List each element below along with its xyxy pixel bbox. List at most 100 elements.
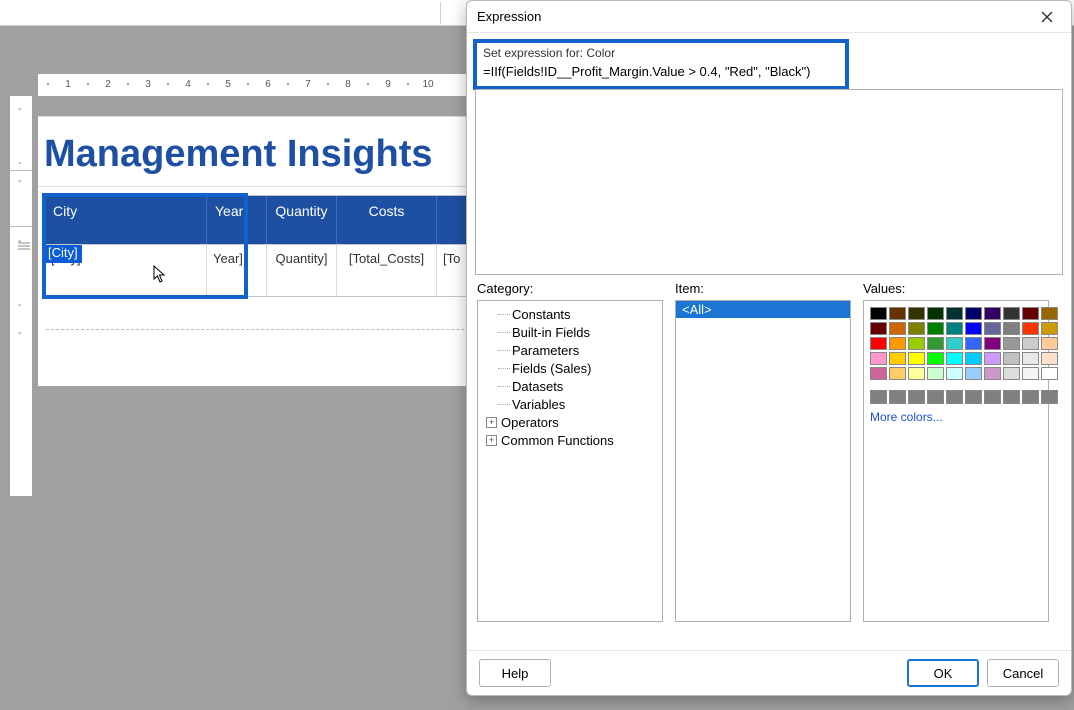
- color-swatch[interactable]: [927, 390, 944, 404]
- color-swatch[interactable]: [1041, 307, 1058, 320]
- category-fields-sales-[interactable]: Fields (Sales): [480, 359, 660, 377]
- color-swatch[interactable]: [1003, 352, 1020, 365]
- color-swatch[interactable]: [946, 390, 963, 404]
- category-label: Common Functions: [501, 433, 614, 448]
- color-swatch[interactable]: [946, 337, 963, 350]
- help-button[interactable]: Help: [479, 659, 551, 687]
- column-cell-1[interactable]: Year]: [207, 245, 267, 296]
- color-swatch[interactable]: [1022, 352, 1039, 365]
- color-swatch[interactable]: [984, 390, 1001, 404]
- column-cell-2[interactable]: Quantity]: [267, 245, 337, 296]
- color-swatch[interactable]: [908, 367, 925, 380]
- color-swatch[interactable]: [946, 307, 963, 320]
- color-swatch[interactable]: [889, 307, 906, 320]
- category-datasets[interactable]: Datasets: [480, 377, 660, 395]
- color-swatch[interactable]: [870, 352, 887, 365]
- color-swatch[interactable]: [1022, 390, 1039, 404]
- color-swatch[interactable]: [870, 307, 887, 320]
- color-swatch[interactable]: [889, 337, 906, 350]
- tree-leaf-icon: [498, 314, 510, 315]
- color-swatch[interactable]: [908, 352, 925, 365]
- column-header-1[interactable]: Year: [207, 196, 267, 244]
- color-swatch[interactable]: [927, 352, 944, 365]
- category-tree[interactable]: ConstantsBuilt-in Fields ParametersFields…: [477, 300, 663, 622]
- color-swatch[interactable]: [889, 352, 906, 365]
- color-swatch[interactable]: [889, 390, 906, 404]
- category-built-in-fields[interactable]: Built-in Fields: [480, 323, 660, 341]
- color-swatch[interactable]: [965, 322, 982, 335]
- color-swatch[interactable]: [908, 390, 925, 404]
- expression-textarea[interactable]: [475, 89, 1063, 275]
- cancel-button[interactable]: Cancel: [987, 659, 1059, 687]
- expand-icon[interactable]: +: [486, 435, 497, 446]
- color-swatch[interactable]: [889, 367, 906, 380]
- color-swatch[interactable]: [946, 322, 963, 335]
- color-swatch[interactable]: [1022, 367, 1039, 380]
- close-button[interactable]: [1033, 3, 1061, 31]
- color-swatch[interactable]: [1041, 322, 1058, 335]
- row-handle-icon[interactable]: [18, 240, 30, 252]
- expression-input[interactable]: [483, 63, 839, 80]
- dialog-titlebar[interactable]: Expression: [467, 1, 1071, 33]
- expression-input-highlight: Set expression for: Color: [473, 39, 849, 90]
- tree-leaf-icon: [498, 368, 510, 369]
- color-swatch[interactable]: [908, 307, 925, 320]
- color-swatch[interactable]: [1041, 390, 1058, 404]
- color-swatch[interactable]: [927, 367, 944, 380]
- color-swatch[interactable]: [889, 322, 906, 335]
- column-header-2[interactable]: Quantity: [267, 196, 337, 244]
- category-variables[interactable]: Variables: [480, 395, 660, 413]
- color-swatch[interactable]: [984, 367, 1001, 380]
- color-swatch[interactable]: [1003, 337, 1020, 350]
- color-swatch[interactable]: [1022, 337, 1039, 350]
- color-swatch[interactable]: [946, 367, 963, 380]
- color-swatch[interactable]: [965, 307, 982, 320]
- color-swatch[interactable]: [1041, 337, 1058, 350]
- item-list[interactable]: <All>: [675, 300, 851, 622]
- category-label: Constants: [512, 307, 571, 322]
- color-swatch[interactable]: [908, 337, 925, 350]
- category-label: Parameters: [512, 343, 579, 358]
- color-swatch[interactable]: [1022, 322, 1039, 335]
- column-header-0[interactable]: City: [45, 196, 207, 244]
- color-swatch[interactable]: [965, 352, 982, 365]
- ok-button[interactable]: OK: [907, 659, 979, 687]
- column-header-3[interactable]: Costs: [337, 196, 437, 244]
- color-swatch[interactable]: [984, 337, 1001, 350]
- category-label: Variables: [512, 397, 565, 412]
- close-icon: [1041, 11, 1053, 23]
- color-swatch[interactable]: [965, 390, 982, 404]
- color-swatch[interactable]: [1003, 390, 1020, 404]
- more-colors-link[interactable]: More colors...: [870, 410, 1042, 424]
- category-constants[interactable]: Constants: [480, 305, 660, 323]
- color-swatch[interactable]: [927, 322, 944, 335]
- color-swatch[interactable]: [870, 390, 887, 404]
- column-cell-0[interactable]: [City]: [45, 245, 207, 296]
- color-swatch[interactable]: [1003, 307, 1020, 320]
- expand-icon[interactable]: +: [486, 417, 497, 428]
- color-swatch[interactable]: [1022, 307, 1039, 320]
- color-swatch[interactable]: [946, 352, 963, 365]
- color-swatch[interactable]: [927, 337, 944, 350]
- column-cell-3[interactable]: [Total_Costs]: [337, 245, 437, 296]
- color-swatch[interactable]: [1003, 367, 1020, 380]
- color-swatch[interactable]: [984, 352, 1001, 365]
- color-swatch[interactable]: [870, 322, 887, 335]
- color-swatch[interactable]: [984, 322, 1001, 335]
- color-swatch[interactable]: [1003, 322, 1020, 335]
- item-all[interactable]: <All>: [676, 301, 850, 318]
- color-swatch[interactable]: [870, 367, 887, 380]
- color-swatch[interactable]: [965, 337, 982, 350]
- color-palette: More colors...: [863, 300, 1049, 622]
- item-label: Item:: [675, 281, 851, 296]
- color-swatch[interactable]: [984, 307, 1001, 320]
- category-operators[interactable]: +Operators: [480, 413, 660, 431]
- category-common-functions[interactable]: + Common Functions: [480, 431, 660, 449]
- color-swatch[interactable]: [908, 322, 925, 335]
- color-swatch[interactable]: [870, 337, 887, 350]
- color-swatch[interactable]: [965, 367, 982, 380]
- color-swatch[interactable]: [1041, 352, 1058, 365]
- category-parameters[interactable]: Parameters: [480, 341, 660, 359]
- color-swatch[interactable]: [927, 307, 944, 320]
- color-swatch[interactable]: [1041, 367, 1058, 380]
